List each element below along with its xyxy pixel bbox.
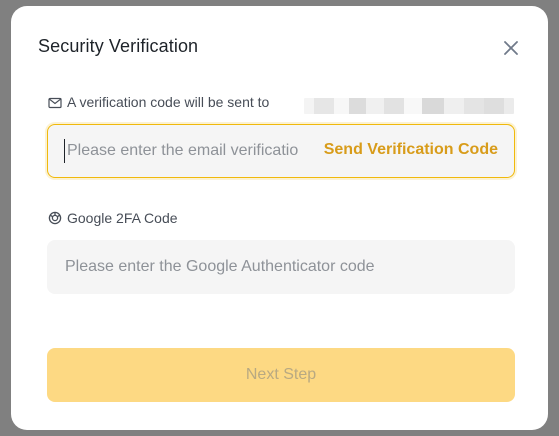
google-icon xyxy=(48,211,62,225)
email-code-field: Send Verification Code xyxy=(47,124,515,178)
google-2fa-input[interactable] xyxy=(65,255,495,279)
mail-icon xyxy=(48,96,62,109)
google-2fa-label-text: Google 2FA Code xyxy=(67,210,178,226)
close-icon[interactable] xyxy=(500,37,522,59)
send-verification-code-button[interactable]: Send Verification Code xyxy=(324,141,498,159)
masked-email-address xyxy=(304,98,514,114)
dialog-title: Security Verification xyxy=(38,36,199,56)
email-verification-label: A verification code will be sent to xyxy=(48,94,269,110)
google-2fa-label: Google 2FA Code xyxy=(48,210,178,226)
google-2fa-field xyxy=(47,240,515,294)
email-label-text: A verification code will be sent to xyxy=(67,94,270,110)
next-step-button[interactable]: Next Step xyxy=(47,348,515,402)
security-verification-dialog: Security Verification A verification cod… xyxy=(11,6,548,430)
email-code-input[interactable] xyxy=(64,139,299,163)
